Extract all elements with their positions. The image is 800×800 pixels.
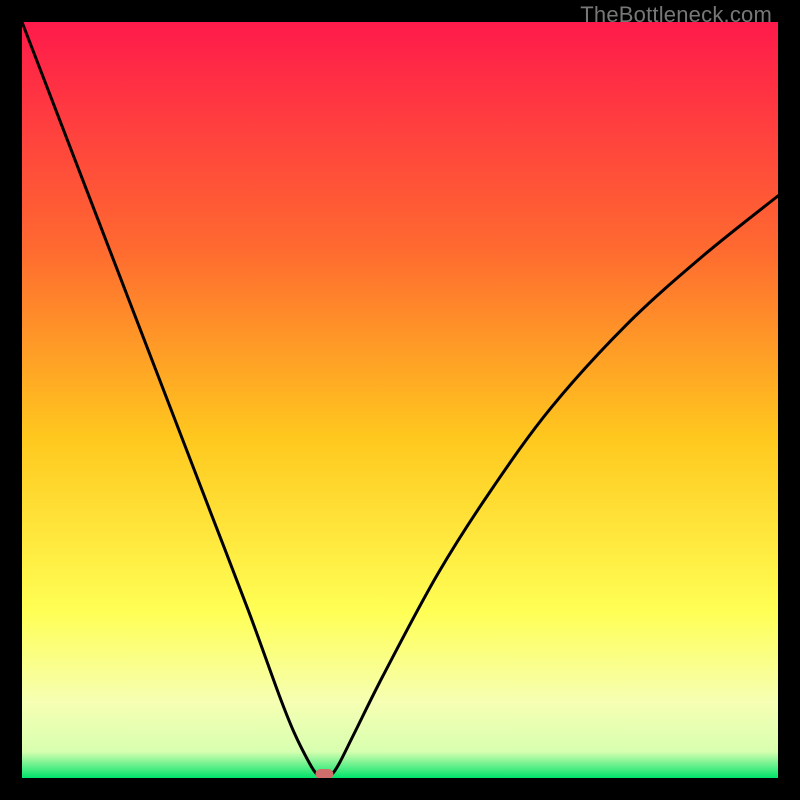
chart-frame [22,22,778,778]
gradient-fill [22,22,778,778]
optimum-marker [315,769,333,778]
bottleneck-chart [22,22,778,778]
